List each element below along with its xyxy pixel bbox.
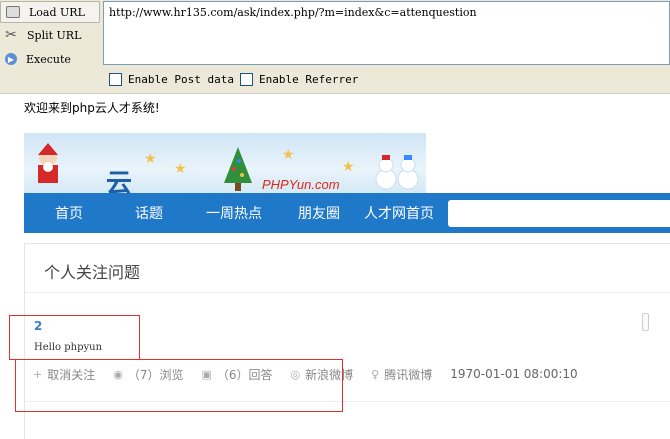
- checkbox-box[interactable]: [240, 73, 253, 86]
- banner-logo-mark: 云: [106, 169, 133, 193]
- star-icon: ★: [144, 151, 157, 167]
- nav-item-weekly-hot[interactable]: 一周热点: [184, 203, 284, 223]
- christmas-tree-icon: [224, 147, 252, 191]
- load-url-label: Load URL: [29, 5, 85, 19]
- nav-item-home[interactable]: 首页: [24, 203, 114, 223]
- star-icon: ★: [342, 159, 355, 175]
- enable-post-label: Enable Post data: [128, 73, 234, 86]
- play-icon: ▶: [5, 53, 17, 65]
- load-url-button[interactable]: Load URL: [0, 1, 100, 23]
- checkbox-box[interactable]: [109, 73, 122, 86]
- load-icon: [6, 6, 20, 18]
- scroll-handle[interactable]: [642, 313, 649, 331]
- page-title: 个人关注问题: [44, 263, 141, 282]
- santa-icon: [38, 143, 58, 183]
- execute-label: Execute: [26, 52, 71, 66]
- split-url-button[interactable]: ✂ Split URL: [0, 24, 100, 46]
- snowman-icon: [375, 155, 419, 190]
- nav-item-talent-home[interactable]: 人才网首页: [354, 203, 444, 223]
- tencent-weibo-icon: ♀: [371, 367, 380, 381]
- welcome-text: 欢迎来到php云人才系统!: [24, 101, 160, 115]
- main-nav: 首页 话题 一周热点 朋友圈 人才网首页: [24, 193, 670, 233]
- share-tencent-button[interactable]: ♀ 腾讯微博: [371, 366, 432, 383]
- enable-post-checkbox[interactable]: Enable Post data: [109, 73, 234, 86]
- site-banner[interactable]: 云 ★ ★ ★ ★ PHPYun.com: [24, 133, 426, 193]
- question-date: 1970-01-01 08:00:10: [450, 367, 578, 381]
- execute-button[interactable]: ▶ Execute: [0, 48, 100, 70]
- tencent-label: 腾讯微博: [384, 367, 433, 382]
- star-icon: ★: [282, 147, 295, 163]
- nav-item-friends[interactable]: 朋友圈: [284, 203, 354, 223]
- scissors-icon: ✂: [5, 27, 17, 43]
- banner-logo-text: PHPYun.com: [262, 177, 340, 192]
- enable-referrer-label: Enable Referrer: [259, 73, 359, 86]
- split-url-label: Split URL: [27, 28, 82, 42]
- search-input[interactable]: [448, 200, 670, 227]
- enable-referrer-checkbox[interactable]: Enable Referrer: [240, 73, 358, 86]
- hackbar-toolbar: Load URL ✂ Split URL ▶ Execute http://ww…: [0, 0, 670, 94]
- nav-item-topics[interactable]: 话题: [114, 203, 184, 223]
- highlight-box: [9, 315, 140, 360]
- star-icon: ★: [174, 161, 187, 177]
- url-textarea[interactable]: http://www.hr135.com/ask/index.php/?m=in…: [103, 1, 670, 65]
- divider: [25, 292, 670, 293]
- highlight-box: [15, 359, 343, 412]
